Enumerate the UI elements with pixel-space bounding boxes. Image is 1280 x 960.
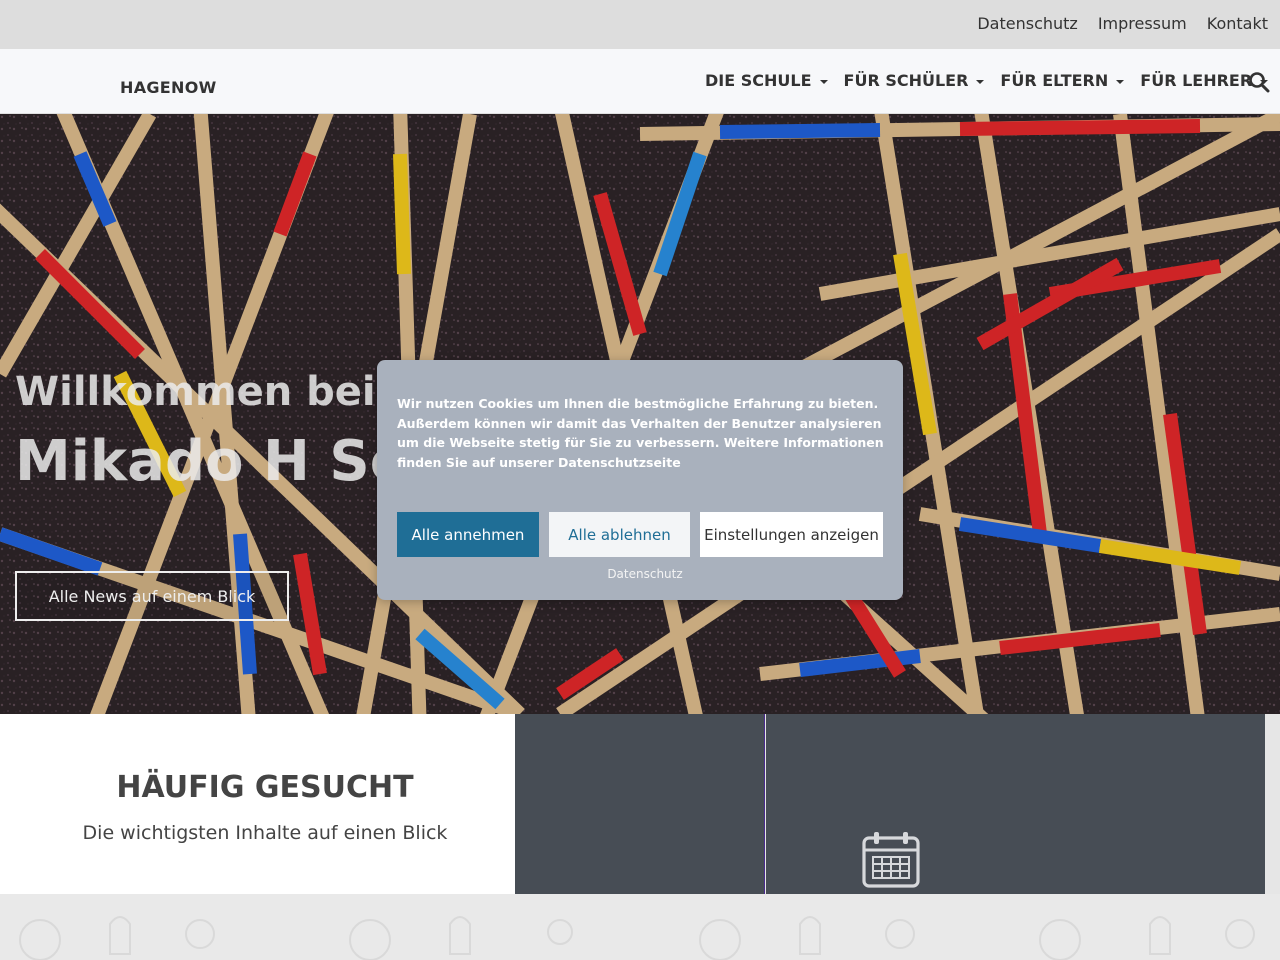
cookie-message: Wir nutzen Cookies um Ihnen die bestmögl… [397,396,884,470]
quicklink-tile-calendar[interactable] [766,714,1265,894]
nav-fuer-eltern[interactable]: FÜR ELTERN [1000,71,1125,90]
caret-down-icon [976,79,985,84]
nav-label: FÜR SCHÜLER [843,71,969,90]
caret-down-icon [819,79,828,84]
quicklink-tile[interactable] [515,714,765,894]
link-datenschutz[interactable]: Datenschutz [977,14,1077,33]
frequently-searched-section: HÄUFIG GESUCHT Die wichtigsten Inhalte a… [0,714,1265,894]
main-nav: DIE SCHULE FÜR SCHÜLER FÜR ELTERN FÜR LE… [705,71,1269,90]
section-subtitle: Die wichtigsten Inhalte auf einen Blick [82,822,448,844]
cookie-consent-banner: Wir nutzen Cookies um Ihnen die bestmögl… [377,360,903,600]
nav-label: DIE SCHULE [705,71,812,90]
caret-down-icon [1116,79,1125,84]
frequently-searched-box: HÄUFIG GESUCHT Die wichtigsten Inhalte a… [0,714,515,894]
hero-heading-line1: Willkommen bei d [15,369,419,415]
nav-die-schule[interactable]: DIE SCHULE [705,71,828,90]
top-bar: Datenschutz Impressum Kontakt [0,0,1280,49]
accept-all-button[interactable]: Alle annehmen [397,512,539,557]
nav-label: FÜR ELTERN [1000,71,1109,90]
all-news-button[interactable]: Alle News auf einem Blick [15,571,289,621]
hero-heading-line2: Mikado H Sc [15,429,403,494]
nav-label: FÜR LEHRER [1140,71,1253,90]
top-links: Datenschutz Impressum Kontakt [977,14,1268,33]
privacy-link[interactable]: Datenschutz [377,567,913,581]
show-settings-button[interactable]: Einstellungen anzeigen [700,512,883,557]
search-icon[interactable] [1248,71,1270,93]
section-title: HÄUFIG GESUCHT [116,770,414,805]
site-header: HAGENOW DIE SCHULE FÜR SCHÜLER FÜR ELTER… [0,49,1280,114]
decorative-pattern-background [0,894,1280,960]
link-kontakt[interactable]: Kontakt [1207,14,1268,33]
nav-fuer-schueler[interactable]: FÜR SCHÜLER [844,71,985,90]
calendar-icon [862,832,920,888]
reject-all-button[interactable]: Alle ablehnen [549,512,690,557]
link-impressum[interactable]: Impressum [1098,14,1187,33]
brand-name[interactable]: HAGENOW [120,78,217,97]
